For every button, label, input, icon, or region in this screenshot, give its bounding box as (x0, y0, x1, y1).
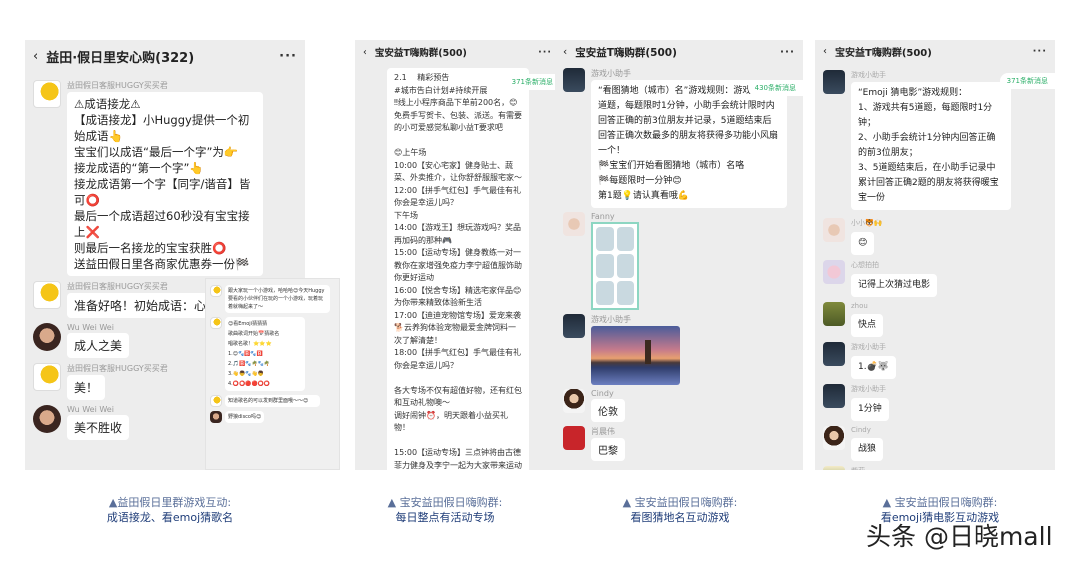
avatar (823, 70, 845, 94)
chat-title: 宝安益T嗨购群(500) (374, 48, 467, 59)
avatar (823, 466, 845, 470)
message-bubble: 1.💣🐺 (851, 356, 896, 379)
chat-message: 小小🐯🙌 😊 (823, 218, 1047, 255)
chat-panel-baoan-emoji-movie: ‹ 宝安益T嗨购群(500) ··· 371条新消息 游戏小助手 “Emoji 猜… (815, 40, 1055, 470)
more-icon[interactable]: ··· (538, 47, 552, 58)
avatar (823, 342, 845, 366)
more-icon[interactable]: ··· (1033, 46, 1047, 57)
back-icon[interactable]: ‹ (563, 46, 567, 58)
message-bubble: 战狼 (851, 438, 884, 461)
avatar (823, 218, 845, 242)
avatar (210, 317, 222, 329)
avatar (823, 384, 845, 408)
avatar (563, 212, 585, 236)
message-bubble: 美！ (67, 375, 106, 400)
chat-message: 游戏小助手 (563, 314, 795, 385)
back-icon[interactable]: ‹ (363, 47, 367, 58)
chat-title: 宝安益T嗨购群(500) (835, 47, 932, 59)
avatar (210, 395, 222, 407)
message-bubble: “看图猜地（城市）名”游戏规则：游戏共有5道题，每题限时1分钟，小助手会统计限时… (591, 80, 787, 208)
chat-message: 心想拍拍 记得上次猜过电影 (823, 260, 1047, 297)
message-bubble: ⚠成语接龙⚠ 【成语接龙】小Huggy提供一个初始成语👆 宝宝们以成语“最后一个… (67, 92, 263, 276)
chat-message: zhou 快点 (823, 302, 1047, 337)
inset-screenshot: 跟大家玩一个小游戏，哈哈哈😊今天Huggy要看的小伙伴们在玩的一个小游戏，玩着玩… (205, 278, 340, 470)
avatar (563, 314, 585, 338)
message-bubble: “Emoji 猜电影”游戏规则： 1、游戏共有5道题，每题限时1分钟； 2、小助… (851, 82, 1011, 210)
back-icon[interactable]: ‹ (33, 49, 38, 64)
avatar (823, 260, 845, 284)
chat-message: Cindy 战狼 (823, 426, 1047, 461)
message-bubble: 😊 (851, 232, 875, 255)
avatar (563, 389, 585, 413)
caption-1: ▲益田假日里群游戏互动: 成语接龙、看emoj猜歌名 (106, 496, 234, 524)
product-image[interactable] (591, 222, 639, 310)
watermark: 头条 @日晓mall (866, 522, 1053, 551)
message-bubble: 2.1 精彩预告 #城市告白计划#持续开展 ‼线上小程序商品下单前200名，😊免… (387, 68, 529, 470)
avatar (823, 302, 845, 326)
chat-title: 宝安益T嗨购群(500) (575, 46, 677, 59)
avatar (33, 80, 61, 108)
avatar (33, 405, 61, 433)
avatar (33, 323, 61, 351)
message-bubble: 巴黎 (591, 438, 625, 461)
message-bubble: 快点 (851, 314, 884, 337)
new-messages-badge[interactable]: 371条新消息 (999, 73, 1055, 89)
new-messages-badge[interactable]: 371条新消息 (504, 74, 560, 90)
avatar (33, 281, 61, 309)
chat-panel-baoan-guess-city: ‹ 宝安益T嗨购群(500) ··· 430条新消息 游戏小助手 “看图猜地（城… (555, 40, 803, 470)
new-messages-badge[interactable]: 430条新消息 (747, 80, 803, 96)
avatar (563, 68, 585, 92)
chat-message: 游戏小助手 1.💣🐺 (823, 342, 1047, 379)
avatar (210, 285, 222, 297)
chat-message: Cindy 伦敦 (563, 389, 795, 422)
chat-message: 游戏小助手 1分钟 (823, 384, 1047, 421)
avatar (33, 363, 61, 391)
chat-message: 游戏小助手 “Emoji 猜电影”游戏规则： 1、游戏共有5道题，每题限时1分钟；… (823, 70, 1047, 210)
caption-2: ▲ 宝安益田假日嗨购群: 每日整点有活动专场 (387, 496, 503, 524)
message-bubble: 美不胜收 (67, 415, 130, 440)
avatar (823, 426, 845, 450)
chat-panel-baoan-schedule: ‹ 宝安益T嗨购群(500) ··· 371条新消息 2.1 精彩预告 #城市告… (355, 40, 560, 470)
landmark-photo[interactable] (591, 326, 680, 385)
more-icon[interactable]: ··· (780, 46, 795, 58)
avatar (210, 411, 222, 423)
caption-3: ▲ 宝安益田假日嗨购群: 看图猜地名互动游戏 (622, 496, 738, 524)
more-icon[interactable]: ··· (279, 49, 297, 64)
chat-message: 紫莉战狼 (823, 466, 1047, 470)
message-bubble: 成人之美 (67, 333, 130, 358)
message-bubble: 记得上次猜过电影 (851, 274, 938, 297)
avatar (563, 426, 585, 450)
chat-title: 益田·假日里安心购(322) (46, 50, 195, 66)
back-icon[interactable]: ‹ (823, 46, 827, 57)
chat-message: 肖晨伟 巴黎 (563, 426, 795, 461)
chat-message: 益田假日客服HUGGY买买君 ⚠成语接龙⚠ 【成语接龙】小Huggy提供一个初始… (33, 80, 297, 276)
message-bubble: 伦敦 (591, 399, 625, 422)
chat-message: Fanny (563, 212, 795, 310)
message-bubble: 1分钟 (851, 398, 889, 421)
